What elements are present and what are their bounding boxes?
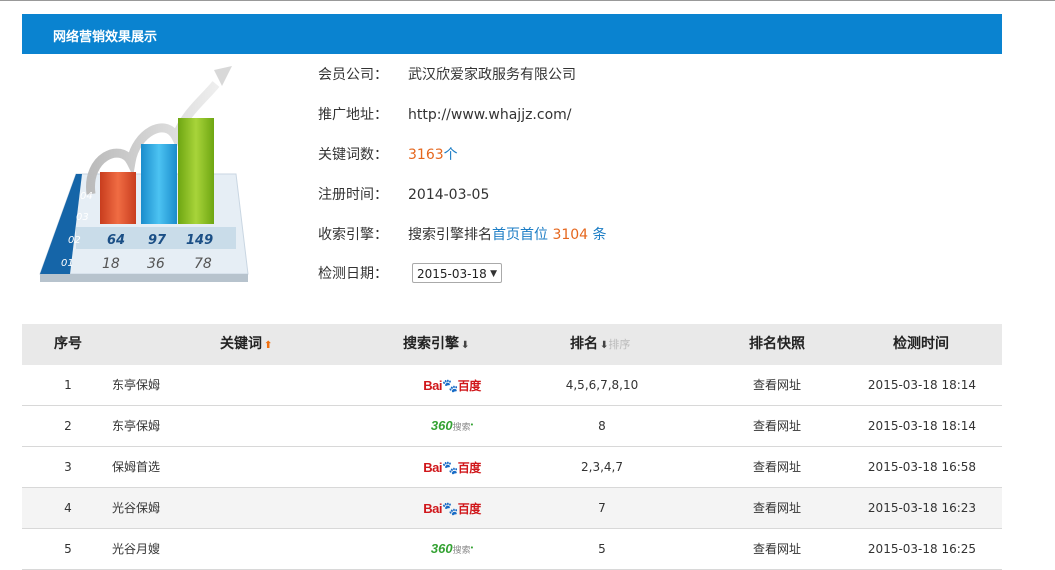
header-rank-sort[interactable]: 排序 [608, 338, 630, 351]
chart-illustration: 04 03 02 01 64 97 149 18 36 78 [39, 66, 249, 282]
chevron-down-icon: ▼ [490, 269, 497, 279]
engine-unit: 条 [592, 227, 607, 243]
url-link[interactable]: http://www.whajjz.com/ [408, 104, 572, 126]
page-title: 网络营销效果展示 [53, 30, 158, 45]
cell-snapshot-link[interactable]: 查看网址 [737, 447, 817, 487]
header-time: 检测时间 [893, 336, 949, 352]
header-index: 序号 [54, 336, 82, 352]
top-divider [0, 0, 1055, 1]
cell-index: 4 [64, 501, 72, 515]
value-36: 36 [147, 256, 165, 272]
cell-keyword[interactable]: 光谷保姆 [112, 488, 160, 528]
keywords-row: 关键词数： 3163个 [318, 144, 918, 166]
title-bar: 网络营销效果展示 [22, 14, 1002, 54]
cell-keyword[interactable]: 保姆首选 [112, 447, 160, 487]
bar-blue [141, 144, 177, 224]
cell-engine: 360搜索• [402, 529, 502, 569]
company-label: 会员公司： [318, 67, 388, 83]
url-row: 推广地址： http://www.whajjz.com/ [318, 104, 918, 126]
keywords-value: 3163个 [408, 144, 458, 166]
cell-index: 5 [64, 542, 72, 556]
date-select[interactable]: 2015-03-18 ▼ [412, 263, 502, 283]
cell-keyword[interactable]: 东亭保姆 [112, 365, 160, 405]
so360-logo-icon: 360搜索• [430, 418, 474, 433]
value-78: 78 [194, 256, 212, 272]
table-row: 3 保姆首选 Bai🐾百度 2,3,4,7 查看网址 2015-03-18 16… [22, 447, 1002, 488]
cell-rank: 8 [598, 419, 606, 433]
header-keyword-label: 关键词 [220, 336, 262, 352]
value-149: 149 [186, 233, 213, 248]
cell-time: 2015-03-18 16:58 [867, 460, 977, 474]
value-64: 64 [107, 233, 125, 248]
engine-row: 收索引擎： 搜索引擎排名首页首位 3104 条 [318, 224, 918, 246]
engine-label: 收索引擎： [318, 227, 388, 243]
register-value: 2014-03-05 [408, 187, 490, 203]
row-label-03: 03 [76, 212, 89, 223]
row-label-02: 02 [68, 235, 81, 246]
register-label: 注册时间： [318, 187, 388, 203]
engine-value: 搜索引擎排名首页首位 3104 条 [408, 224, 607, 246]
bar-green [178, 118, 214, 224]
keywords-label: 关键词数： [318, 147, 388, 163]
cell-keyword[interactable]: 东亭保姆 [112, 406, 160, 446]
sort-up-icon: ⬆ [264, 340, 273, 351]
results-table: 序号 关键词 ⬆ 搜索引擎 ⬇ 排名 ⬇排序 排名快照 检测时间 1 东亭保姆 Bai… [22, 324, 1002, 570]
cell-engine: Bai🐾百度 [402, 488, 502, 528]
engine-link[interactable]: 首页首位 [492, 227, 548, 243]
baidu-logo-icon: Bai🐾百度 [423, 459, 481, 475]
cell-snapshot-link[interactable]: 查看网址 [737, 406, 817, 446]
keywords-count: 3163 [408, 147, 444, 163]
table-row: 2 东亭保姆 360搜索• 8 查看网址 2015-03-18 18:14 [22, 406, 1002, 447]
cell-time: 2015-03-18 18:14 [867, 419, 977, 433]
row-label-04: 04 [80, 191, 93, 202]
date-label: 检测日期： [318, 266, 388, 282]
engine-prefix: 搜索引擎排名 [408, 227, 492, 243]
header-engine[interactable]: 搜索引擎 ⬇ [403, 324, 469, 365]
engine-count: 3104 [552, 227, 589, 243]
company-row: 会员公司： 武汉欣爱家政服务有限公司 [318, 64, 918, 86]
cell-rank: 4,5,6,7,8,10 [565, 378, 639, 392]
header-rank[interactable]: 排名 ⬇排序 [570, 324, 630, 365]
cell-time: 2015-03-18 16:25 [867, 542, 977, 556]
cell-snapshot-link[interactable]: 查看网址 [737, 488, 817, 528]
table-row: 4 光谷保姆 Bai🐾百度 7 查看网址 2015-03-18 16:23 [22, 488, 1002, 529]
so360-logo-icon: 360搜索• [430, 541, 474, 556]
bar-red [100, 172, 136, 224]
cell-time: 2015-03-18 16:23 [867, 501, 977, 515]
header-keyword[interactable]: 关键词 ⬆ [220, 324, 272, 365]
value-18: 18 [102, 256, 120, 272]
cell-time: 2015-03-18 18:14 [867, 378, 977, 392]
cell-keyword[interactable]: 光谷月嫂 [112, 529, 160, 569]
baidu-logo-icon: Bai🐾百度 [423, 500, 481, 516]
cell-engine: Bai🐾百度 [402, 447, 502, 487]
cell-index: 2 [64, 419, 72, 433]
table-row: 5 光谷月嫂 360搜索• 5 查看网址 2015-03-18 16:25 [22, 529, 1002, 570]
cell-engine: 360搜索• [402, 406, 502, 446]
table-header: 序号 关键词 ⬆ 搜索引擎 ⬇ 排名 ⬇排序 排名快照 检测时间 [22, 324, 1002, 365]
header-engine-label: 搜索引擎 [403, 336, 459, 352]
register-row: 注册时间： 2014-03-05 [318, 184, 918, 206]
header-snapshot: 排名快照 [749, 336, 805, 352]
header-rank-label: 排名 [570, 336, 598, 352]
url-label: 推广地址： [318, 107, 388, 123]
cell-snapshot-link[interactable]: 查看网址 [737, 529, 817, 569]
cell-rank: 7 [598, 501, 606, 515]
keywords-unit: 个 [443, 147, 458, 163]
date-select-value: 2015-03-18 [417, 267, 487, 281]
company-link[interactable]: 武汉欣爱家政服务有限公司 [408, 64, 576, 86]
value-97: 97 [148, 233, 167, 248]
cell-rank: 2,3,4,7 [581, 460, 623, 474]
cell-engine: Bai🐾百度 [402, 365, 502, 405]
cell-index: 3 [64, 460, 72, 474]
date-row: 检测日期： 2015-03-18 ▼ [318, 263, 918, 285]
cell-rank: 5 [598, 542, 606, 556]
sort-down-icon: ⬇ [461, 340, 470, 351]
cell-snapshot-link[interactable]: 查看网址 [737, 365, 817, 405]
row-label-01: 01 [61, 258, 74, 269]
table-row: 1 东亭保姆 Bai🐾百度 4,5,6,7,8,10 查看网址 2015-03-… [22, 365, 1002, 406]
baidu-logo-icon: Bai🐾百度 [423, 377, 481, 393]
cell-index: 1 [64, 378, 72, 392]
